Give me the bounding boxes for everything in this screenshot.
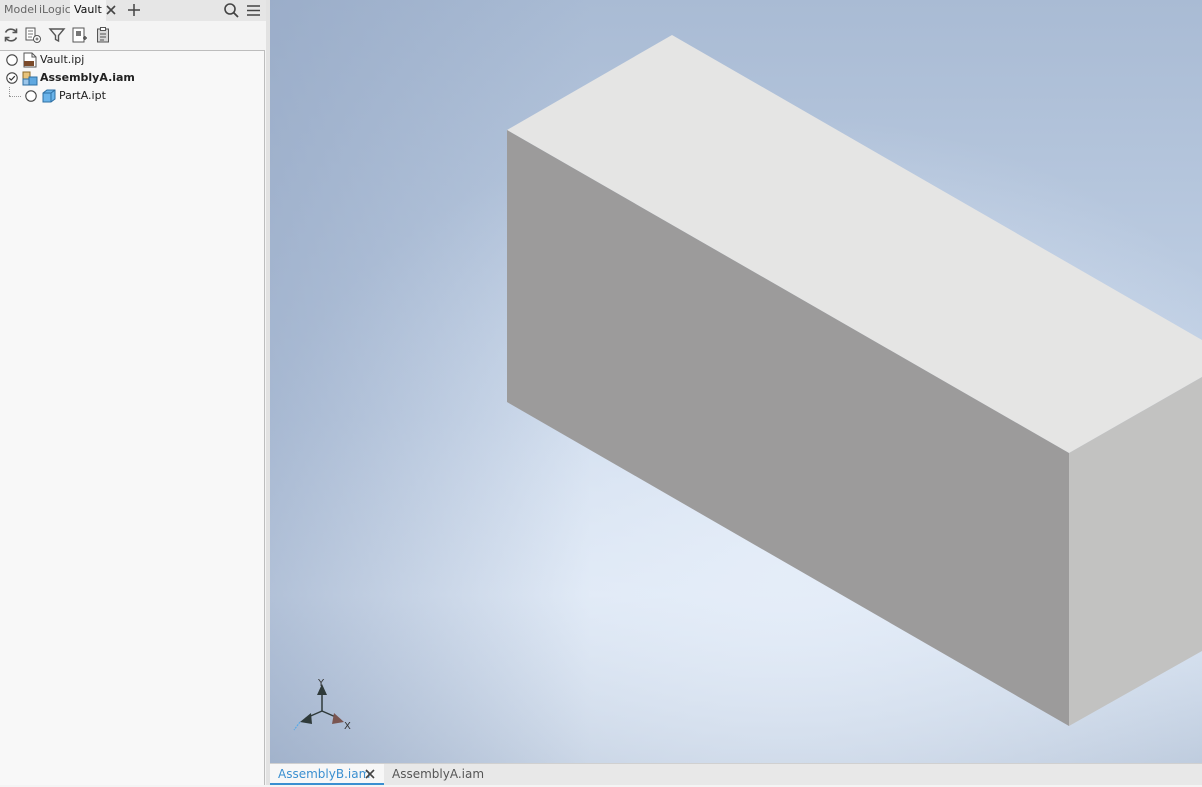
assembly-file-icon [22,70,38,86]
part-file-icon [41,88,57,104]
menu-icon[interactable] [245,2,262,19]
tree-connector [9,87,10,96]
get-revision-icon[interactable] [71,26,89,44]
vault-toolbar [0,22,266,49]
tree-connector [9,96,21,97]
browser-tab-bar: Model iLogic Vault [0,0,266,21]
tab-vault[interactable]: Vault [70,0,106,21]
tree-item-label: PartA.ipt [59,89,106,102]
close-tab-icon[interactable] [103,2,119,18]
close-icon[interactable] [363,767,377,781]
clipboard-icon[interactable] [94,26,112,44]
tab-model[interactable]: Model [4,0,37,21]
tree-item-vault-ipj[interactable]: Vault.ipj [4,51,254,69]
vault-tree [0,50,265,785]
tree-item-label: Vault.ipj [40,53,85,66]
checked-in-status-icon [6,72,18,84]
doc-tab-assemblya[interactable]: AssemblyA.iam [392,764,484,785]
doc-tab-assemblyb[interactable]: AssemblyB.iam [270,764,384,785]
tree-item-assemblya[interactable]: AssemblyA.iam [4,69,254,87]
add-tab-icon[interactable] [125,1,143,19]
doc-tab-label: AssemblyA.iam [392,767,485,781]
filter-icon[interactable] [48,26,66,44]
triad-x-label: X [344,721,351,732]
graphics-viewport[interactable]: Y X [270,0,1202,763]
document-tab-bar: AssemblyB.iam AssemblyA.iam [270,763,1202,785]
browser-panel: Model iLogic Vault Vault.ipj AssemblyA.i… [0,0,266,785]
project-file-icon [22,52,38,68]
doc-tab-label: AssemblyB.iam [278,767,371,781]
viewport-canvas: Y X [270,0,1202,763]
tree-item-label: AssemblyA.iam [40,71,135,84]
triad-y-label: Y [317,678,325,689]
refresh-icon[interactable] [2,26,20,44]
not-in-vault-status-icon [6,54,18,66]
not-in-vault-status-icon [25,90,37,102]
tab-ilogic[interactable]: iLogic [39,0,71,21]
tree-item-parta[interactable]: PartA.ipt [23,87,253,105]
checkin-icon[interactable] [24,26,42,44]
search-icon[interactable] [223,2,240,19]
